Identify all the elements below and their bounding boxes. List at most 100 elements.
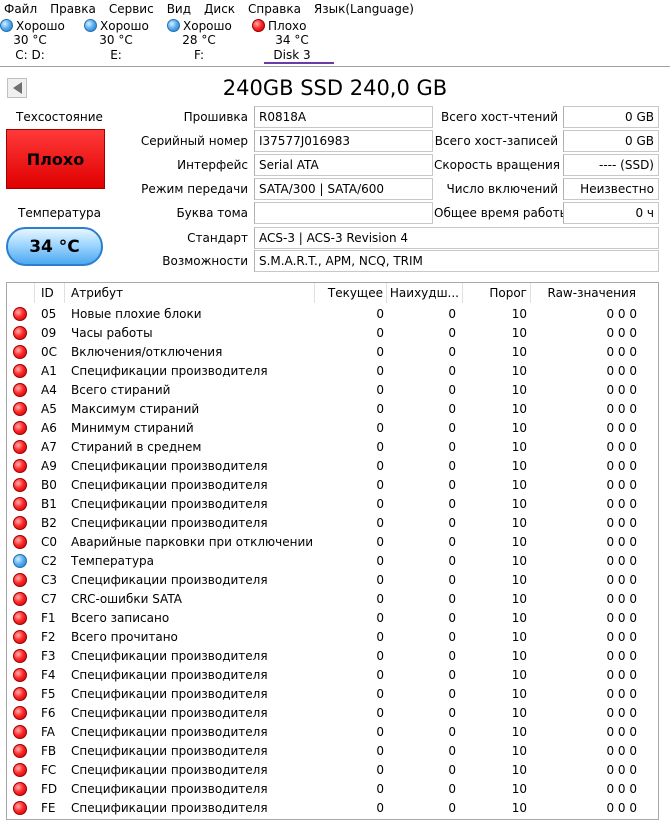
disk-tab-cd[interactable]: Хорошо 30 °C C: D: [0, 18, 65, 64]
menu-language[interactable]: Язык(Language) [314, 1, 414, 17]
table-row[interactable]: C0 Аварийные парковки при отключении пи..… [7, 533, 658, 552]
attr-name: Спецификации производителя [71, 516, 268, 530]
attr-current: 0 [376, 402, 384, 416]
attr-worst: 0 [448, 440, 456, 454]
table-row[interactable]: A6 Минимум стираний 0 0 10 0 0 0 [7, 419, 658, 438]
attr-id: F2 [41, 630, 56, 644]
menu-help[interactable]: Справка [248, 1, 301, 17]
attr-worst: 0 [448, 725, 456, 739]
attr-worst: 0 [448, 421, 456, 435]
table-row[interactable]: 09 Часы работы 0 0 10 0 0 0 [7, 324, 658, 343]
menu-edit[interactable]: Правка [50, 1, 96, 17]
attr-threshold: 10 [511, 725, 527, 739]
temperature-badge[interactable]: 34 °C [6, 227, 103, 266]
table-row[interactable]: C3 Спецификации производителя 0 0 10 0 0 0 [7, 571, 658, 590]
attr-raw: 0 0 0 [606, 611, 637, 625]
attr-id: 0C [41, 345, 58, 359]
header-current[interactable]: Текущее [315, 283, 387, 303]
attr-raw: 0 0 0 [606, 364, 637, 378]
attr-raw: 0 0 0 [606, 440, 637, 454]
attr-id: A6 [41, 421, 57, 435]
attr-name: Всего стираний [71, 383, 171, 397]
disk-tab-f[interactable]: Хорошо 28 °C F: [167, 18, 232, 64]
header-id[interactable]: ID [35, 283, 65, 303]
rotation-value: ---- (SSD) [563, 154, 659, 176]
attr-raw: 0 0 0 [606, 592, 637, 606]
table-row[interactable]: F4 Спецификации производителя 0 0 10 0 0 0 [7, 666, 658, 685]
attr-name: Часы работы [71, 326, 153, 340]
table-row[interactable]: C2 Температура 0 0 10 0 0 0 [7, 552, 658, 571]
attr-current: 0 [376, 307, 384, 321]
table-row[interactable]: C7 CRC-ошибки SATA 0 0 10 0 0 0 [7, 590, 658, 609]
status-dot-icon [13, 364, 27, 378]
attr-current: 0 [376, 497, 384, 511]
header-raw[interactable]: Raw-значения [531, 283, 638, 303]
attr-id: 05 [41, 307, 57, 321]
table-row[interactable]: A4 Всего стираний 0 0 10 0 0 0 [7, 381, 658, 400]
attr-worst: 0 [448, 497, 456, 511]
attr-threshold: 10 [511, 307, 527, 321]
menu-view[interactable]: Вид [167, 1, 191, 17]
table-row[interactable]: FC Спецификации производителя 0 0 10 0 0 0 [7, 761, 658, 780]
attr-id: F5 [41, 687, 56, 701]
table-row[interactable]: A7 Стираний в среднем 0 0 10 0 0 0 [7, 438, 658, 457]
attr-name: Минимум стираний [71, 421, 194, 435]
attr-worst: 0 [448, 364, 456, 378]
table-row[interactable]: B1 Спецификации производителя 0 0 10 0 0 0 [7, 495, 658, 514]
table-row[interactable]: B2 Спецификации производителя 0 0 10 0 0 0 [7, 514, 658, 533]
table-row[interactable]: F6 Спецификации производителя 0 0 10 0 0 0 [7, 704, 658, 723]
health-status-badge[interactable]: Плохо [6, 129, 105, 189]
disk-temp: 30 °C [99, 33, 133, 47]
header-threshold[interactable]: Порог [463, 283, 531, 303]
status-dot-icon [13, 497, 27, 511]
header-attribute[interactable]: Атрибут [65, 283, 315, 303]
attr-raw: 0 0 0 [606, 725, 637, 739]
attr-threshold: 10 [511, 687, 527, 701]
menu-file[interactable]: Файл [4, 1, 37, 17]
attr-raw: 0 0 0 [606, 497, 637, 511]
header-status[interactable] [7, 283, 35, 303]
disk-tab-disk3[interactable]: Плохо 34 °C Disk 3 [252, 18, 322, 64]
health-dot-icon [0, 19, 13, 32]
smart-table[interactable]: ID Атрибут Текущее Наихудш... Порог Raw-… [6, 282, 659, 820]
disk-label: E: [110, 48, 122, 62]
attr-worst: 0 [448, 478, 456, 492]
volume-value [254, 202, 433, 224]
header-worst[interactable]: Наихудш... [387, 283, 463, 303]
attr-id: C7 [41, 592, 58, 606]
disk-tab-e[interactable]: Хорошо 30 °C E: [84, 18, 149, 64]
attr-current: 0 [376, 535, 384, 549]
table-row[interactable]: FB Спецификации производителя 0 0 10 0 0 0 [7, 742, 658, 761]
table-row[interactable]: 05 Новые плохие блоки 0 0 10 0 0 0 [7, 305, 658, 324]
standard-value: ACS-3 | ACS-3 Revision 4 [254, 227, 659, 249]
attr-threshold: 10 [511, 326, 527, 340]
attr-worst: 0 [448, 573, 456, 587]
table-row[interactable]: A9 Спецификации производителя 0 0 10 0 0 0 [7, 457, 658, 476]
table-row[interactable]: F1 Всего записано 0 0 10 0 0 0 [7, 609, 658, 628]
menu-disk[interactable]: Диск [204, 1, 235, 17]
table-row[interactable]: 0C Включения/отключения 0 0 10 0 0 0 [7, 343, 658, 362]
attr-raw: 0 0 0 [606, 326, 637, 340]
table-row[interactable]: FD Спецификации производителя 0 0 10 0 0 0 [7, 780, 658, 799]
attr-worst: 0 [448, 383, 456, 397]
table-row[interactable]: B0 Спецификации производителя 0 0 10 0 0 0 [7, 476, 658, 495]
firmware-label: Прошивка [183, 110, 248, 124]
attr-name: Температура [71, 554, 155, 568]
status-dot-icon [13, 440, 27, 454]
menu-service[interactable]: Сервис [109, 1, 154, 17]
table-row[interactable]: A1 Спецификации производителя 0 0 10 0 0 0 [7, 362, 658, 381]
table-row[interactable]: F2 Всего прочитано 0 0 10 0 0 0 [7, 628, 658, 647]
attr-worst: 0 [448, 592, 456, 606]
status-dot-icon [13, 573, 27, 587]
attr-current: 0 [376, 649, 384, 663]
attr-threshold: 10 [511, 402, 527, 416]
table-row[interactable]: A5 Максимум стираний 0 0 10 0 0 0 [7, 400, 658, 419]
attr-threshold: 10 [511, 364, 527, 378]
attr-raw: 0 0 0 [606, 402, 637, 416]
table-row[interactable]: F5 Спецификации производителя 0 0 10 0 0 0 [7, 685, 658, 704]
table-row[interactable]: FE Спецификации производителя 0 0 10 0 0 0 [7, 799, 658, 818]
attr-id: A5 [41, 402, 57, 416]
table-row[interactable]: FA Спецификации производителя 0 0 10 0 0 0 [7, 723, 658, 742]
interface-label: Интерфейс [177, 158, 248, 172]
table-row[interactable]: F3 Спецификации производителя 0 0 10 0 0 0 [7, 647, 658, 666]
